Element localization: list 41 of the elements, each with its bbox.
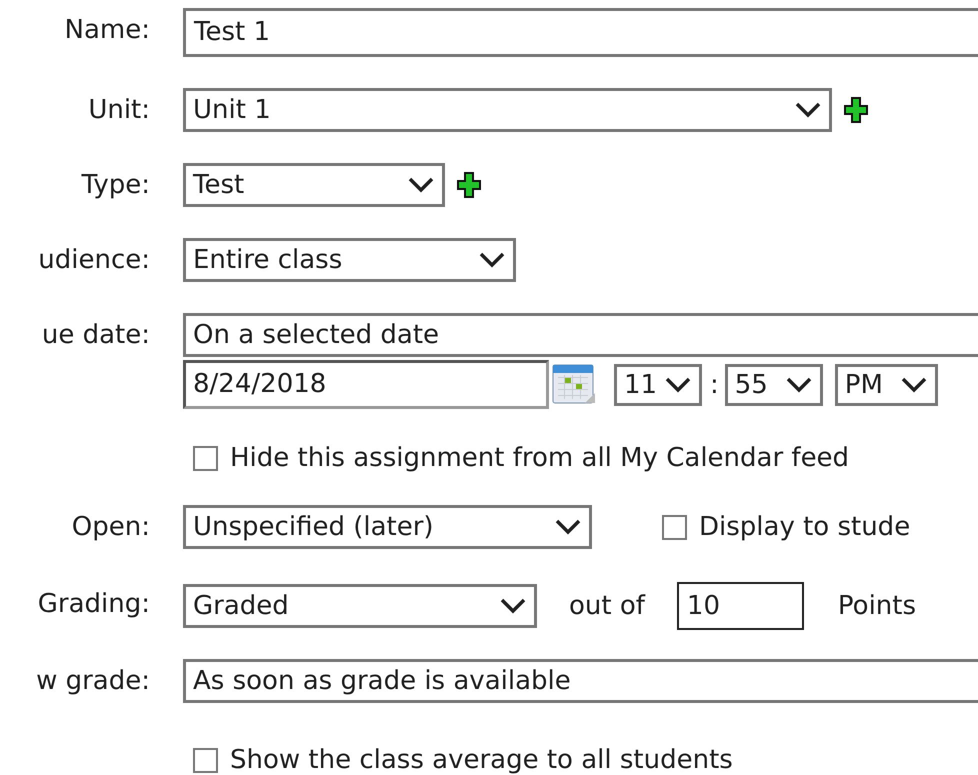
field-label: Type: — [80, 169, 150, 202]
points-label: Points — [838, 591, 916, 621]
checkbox-label: Hide this assignment from all My Calendar feed — [230, 443, 850, 473]
field-label: Name: — [64, 14, 150, 47]
field-label: w grade: — [35, 665, 150, 698]
name-field[interactable]: Test 1 — [183, 8, 978, 57]
dropdown[interactable]: Entire class — [183, 238, 516, 282]
dropdown[interactable]: Test — [183, 163, 445, 207]
checkbox[interactable] — [662, 514, 687, 540]
field-label: Grading: — [36, 588, 150, 621]
calendar-icon[interactable] — [552, 364, 596, 406]
chevron-down-icon — [665, 376, 691, 392]
chevron-down-icon — [408, 177, 434, 193]
points-field[interactable]: 10 — [676, 582, 804, 630]
dropdown[interactable]: Graded — [183, 584, 537, 628]
checkbox[interactable] — [193, 748, 218, 772]
chevron-down-icon — [795, 102, 821, 118]
dropdown[interactable]: Unit 1 — [183, 88, 832, 132]
chevron-down-icon — [479, 252, 505, 268]
field-label: udience: — [37, 244, 150, 277]
dropdown[interactable]: On a selected date — [183, 313, 978, 357]
date-field[interactable]: 8/24/2018 — [183, 360, 549, 409]
time-separator: : — [710, 370, 719, 400]
field-label: Open: — [70, 511, 150, 544]
dropdown[interactable]: PM — [834, 364, 938, 406]
dropdown[interactable]: 55 — [724, 364, 823, 406]
add-icon[interactable] — [457, 172, 481, 198]
chevron-down-icon — [555, 519, 581, 535]
checkbox-label: Show the class average to all students — [230, 745, 733, 775]
dropdown[interactable]: 11 — [614, 364, 702, 406]
checkbox-label: Display to stude — [699, 512, 910, 542]
checkbox[interactable] — [193, 446, 218, 470]
add-icon[interactable] — [844, 97, 868, 123]
field-label: Unit: — [87, 94, 150, 127]
out-of-label: out of — [569, 591, 645, 621]
chevron-down-icon — [786, 376, 812, 392]
field-label: ue date: — [40, 319, 150, 352]
chevron-down-icon — [900, 376, 927, 392]
chevron-down-icon — [500, 598, 526, 614]
dropdown[interactable]: As soon as grade is available — [183, 659, 978, 703]
dropdown[interactable]: Unspecified (later) — [183, 505, 592, 549]
